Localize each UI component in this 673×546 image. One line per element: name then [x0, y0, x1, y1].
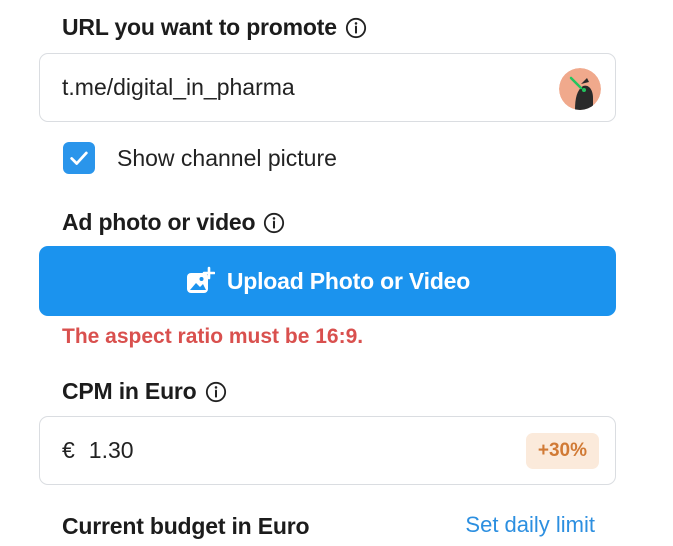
- show-channel-picture-row[interactable]: Show channel picture: [63, 142, 337, 174]
- budget-label: Current budget in Euro: [62, 513, 310, 540]
- upload-button-label: Upload Photo or Video: [226, 267, 471, 294]
- url-value[interactable]: t.me/digital_in_pharma: [62, 74, 295, 101]
- url-input[interactable]: t.me/digital_in_pharma: [39, 53, 616, 122]
- media-label-text: Ad photo or video: [62, 209, 256, 235]
- checkmark-icon: [70, 151, 88, 165]
- cpm-value[interactable]: 1.30: [89, 437, 134, 464]
- set-daily-limit-link[interactable]: Set daily limit: [465, 512, 595, 538]
- add-photo-icon: [186, 266, 215, 293]
- upload-media-button[interactable]: Upload Photo or Video: [39, 246, 616, 316]
- url-label: URL you want to promote: [62, 14, 367, 41]
- cpm-change-badge: +30%: [525, 433, 599, 469]
- currency-symbol: €: [62, 437, 75, 463]
- info-circle-icon[interactable]: [263, 212, 285, 234]
- channel-avatar: [559, 68, 601, 110]
- cpm-label: CPM in Euro: [62, 378, 227, 405]
- media-label: Ad photo or video: [62, 209, 285, 236]
- url-label-text: URL you want to promote: [62, 14, 337, 40]
- cpm-label-text: CPM in Euro: [62, 378, 197, 404]
- info-circle-icon[interactable]: [205, 381, 227, 403]
- cpm-input[interactable]: € 1.30 +30%: [39, 416, 616, 485]
- show-channel-picture-checkbox[interactable]: [63, 142, 95, 174]
- info-circle-icon[interactable]: [345, 17, 367, 39]
- show-channel-picture-label[interactable]: Show channel picture: [117, 145, 337, 172]
- aspect-ratio-error: The aspect ratio must be 16:9.: [62, 325, 364, 348]
- budget-label-text: Current budget in Euro: [62, 513, 310, 539]
